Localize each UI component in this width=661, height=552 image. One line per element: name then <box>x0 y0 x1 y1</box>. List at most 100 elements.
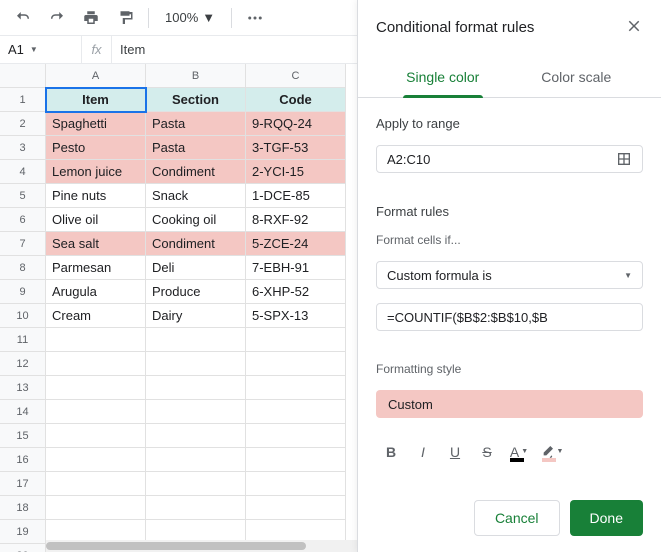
row-header[interactable]: 13 <box>0 376 46 400</box>
select-all-corner[interactable] <box>0 64 46 88</box>
cell[interactable] <box>146 352 246 376</box>
horizontal-scrollbar[interactable] <box>46 540 357 552</box>
condition-dropdown[interactable]: Custom formula is ▼ <box>376 261 643 289</box>
cell[interactable]: 8-RXF-92 <box>246 208 346 232</box>
cell[interactable] <box>246 400 346 424</box>
cell[interactable] <box>246 448 346 472</box>
cell[interactable]: Lemon juice <box>46 160 146 184</box>
cell[interactable] <box>246 376 346 400</box>
cell[interactable]: Produce <box>146 280 246 304</box>
cell[interactable]: Pesto <box>46 136 146 160</box>
strikethrough-button[interactable]: S <box>472 438 502 466</box>
print-button[interactable] <box>78 5 104 31</box>
cell[interactable]: 7-EBH-91 <box>246 256 346 280</box>
cell[interactable] <box>146 328 246 352</box>
cell[interactable]: Cooking oil <box>146 208 246 232</box>
row-header[interactable]: 10 <box>0 304 46 328</box>
fill-color-button[interactable]: ▼ <box>536 438 566 466</box>
cell[interactable]: 3-TGF-53 <box>246 136 346 160</box>
cell[interactable]: Condiment <box>146 160 246 184</box>
bold-button[interactable]: B <box>376 438 406 466</box>
cell[interactable] <box>146 496 246 520</box>
row-header[interactable]: 17 <box>0 472 46 496</box>
cell[interactable]: Spaghetti <box>46 112 146 136</box>
cell[interactable]: Olive oil <box>46 208 146 232</box>
cell[interactable] <box>246 352 346 376</box>
tab-color-scale[interactable]: Color scale <box>510 69 644 97</box>
row-header[interactable]: 5 <box>0 184 46 208</box>
cell[interactable]: 5-ZCE-24 <box>246 232 346 256</box>
cell[interactable]: Pasta <box>146 136 246 160</box>
cell[interactable]: Dairy <box>146 304 246 328</box>
row-header[interactable]: 6 <box>0 208 46 232</box>
cell[interactable]: Pasta <box>146 112 246 136</box>
row-header[interactable]: 18 <box>0 496 46 520</box>
cell[interactable] <box>46 424 146 448</box>
text-color-button[interactable]: A▼ <box>504 438 534 466</box>
row-header[interactable]: 3 <box>0 136 46 160</box>
done-button[interactable]: Done <box>570 500 643 536</box>
cell[interactable] <box>46 448 146 472</box>
zoom-dropdown[interactable]: 100%▼ <box>159 10 221 25</box>
cell[interactable]: Pine nuts <box>46 184 146 208</box>
row-header[interactable]: 1 <box>0 88 46 112</box>
row-header[interactable]: 9 <box>0 280 46 304</box>
row-header[interactable]: 20 <box>0 544 46 552</box>
row-header[interactable]: 7 <box>0 232 46 256</box>
formula-field[interactable]: =COUNTIF($B$2:$B$10,$B <box>376 303 643 331</box>
cell[interactable] <box>46 496 146 520</box>
row-header[interactable]: 14 <box>0 400 46 424</box>
row-header[interactable]: 4 <box>0 160 46 184</box>
name-box[interactable]: A1▼ <box>0 36 82 63</box>
cell[interactable] <box>146 424 246 448</box>
cell[interactable] <box>246 328 346 352</box>
cell[interactable] <box>46 352 146 376</box>
italic-button[interactable]: I <box>408 438 438 466</box>
underline-button[interactable]: U <box>440 438 470 466</box>
column-header[interactable]: B <box>146 64 246 88</box>
style-preview[interactable]: Custom <box>376 390 643 418</box>
cell[interactable] <box>46 328 146 352</box>
cell[interactable]: Parmesan <box>46 256 146 280</box>
cell[interactable] <box>146 400 246 424</box>
cell[interactable]: 1-DCE-85 <box>246 184 346 208</box>
row-header[interactable]: 19 <box>0 520 46 544</box>
cell[interactable] <box>246 496 346 520</box>
cell[interactable] <box>146 376 246 400</box>
paint-format-button[interactable] <box>112 5 138 31</box>
cell[interactable]: Sea salt <box>46 232 146 256</box>
redo-button[interactable] <box>44 5 70 31</box>
tab-single-color[interactable]: Single color <box>376 69 510 97</box>
cell[interactable]: 5-SPX-13 <box>246 304 346 328</box>
row-header[interactable]: 16 <box>0 448 46 472</box>
close-button[interactable] <box>625 17 643 38</box>
cell[interactable] <box>246 424 346 448</box>
row-header[interactable]: 11 <box>0 328 46 352</box>
undo-button[interactable] <box>10 5 36 31</box>
cell[interactable] <box>46 472 146 496</box>
cell[interactable]: Item <box>46 88 146 112</box>
cell[interactable] <box>246 472 346 496</box>
cell[interactable] <box>146 472 246 496</box>
cell[interactable]: 2-YCI-15 <box>246 160 346 184</box>
cell[interactable]: Condiment <box>146 232 246 256</box>
cancel-button[interactable]: Cancel <box>474 500 560 536</box>
cell[interactable]: Deli <box>146 256 246 280</box>
column-header[interactable]: C <box>246 64 346 88</box>
range-input[interactable]: A2:C10 <box>376 145 643 173</box>
more-button[interactable] <box>242 5 268 31</box>
row-header[interactable]: 12 <box>0 352 46 376</box>
cell[interactable]: 9-RQQ-24 <box>246 112 346 136</box>
cell[interactable]: Arugula <box>46 280 146 304</box>
cell[interactable]: Cream <box>46 304 146 328</box>
row-header[interactable]: 15 <box>0 424 46 448</box>
column-header[interactable]: A <box>46 64 146 88</box>
row-header[interactable]: 8 <box>0 256 46 280</box>
cell[interactable]: 6-XHP-52 <box>246 280 346 304</box>
cell[interactable]: Section <box>146 88 246 112</box>
cell[interactable]: Code <box>246 88 346 112</box>
cell[interactable] <box>46 400 146 424</box>
row-header[interactable]: 2 <box>0 112 46 136</box>
cell[interactable] <box>46 376 146 400</box>
cell[interactable] <box>146 448 246 472</box>
